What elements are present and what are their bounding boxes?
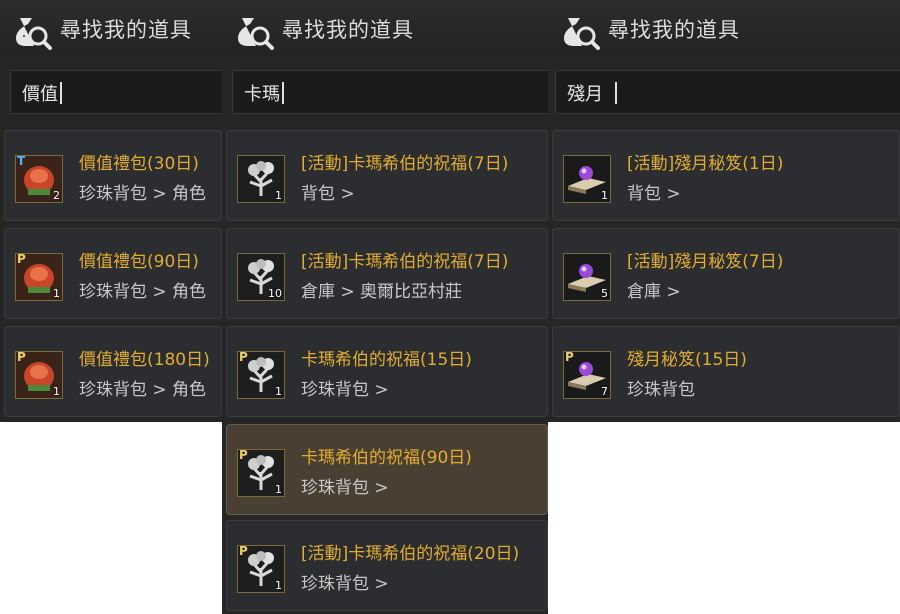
search-value: 殘月 xyxy=(567,84,603,105)
find-item-panel-3: 尋找我的道具 殘月 1 [活動]殘月秘笈(1日) 背包 > 5 [活動]殘月秘笈… xyxy=(548,0,900,422)
item-location: 背包 > xyxy=(301,184,355,204)
item-location: 珍珠背包 > 角色 xyxy=(79,184,207,204)
item-location: 珍珠背包 > xyxy=(301,380,389,400)
item-name: 價值禮包(180日) xyxy=(79,350,210,370)
item-count: 1 xyxy=(275,189,282,202)
item-count: 7 xyxy=(601,385,608,398)
item-location: 珍珠背包 > 角色 xyxy=(79,282,207,302)
item-location: 倉庫 > xyxy=(627,282,681,302)
search-input[interactable]: 價值 xyxy=(10,70,222,114)
item-name: 卡瑪希伯的祝福(90日) xyxy=(301,448,472,468)
item-result[interactable]: 1 [活動]殘月秘笈(1日) 背包 > xyxy=(552,130,900,221)
search-value: 價值 xyxy=(22,84,58,105)
text-caret xyxy=(282,82,284,104)
blessing-tree-icon: P 1 xyxy=(237,545,285,593)
item-name: 價值禮包(30日) xyxy=(79,154,199,174)
item-name: [活動]殘月秘笈(1日) xyxy=(627,154,784,174)
item-result[interactable]: 10 [活動]卡瑪希伯的祝福(7日) 倉庫 > 奧爾比亞村莊 xyxy=(226,228,548,319)
find-item-panel-1: 尋找我的道具 價值 T 2 價值禮包(30日) 珍珠背包 > 角色 P 1 價值… xyxy=(0,0,222,422)
secret-book-icon: 5 xyxy=(563,253,611,301)
item-location: 倉庫 > 奧爾比亞村莊 xyxy=(301,282,463,302)
item-count: 1 xyxy=(275,483,282,496)
item-location: 珍珠背包 > xyxy=(301,574,389,594)
item-badge: T xyxy=(17,155,26,168)
item-result-selected[interactable]: P 1 卡瑪希伯的祝福(90日) 珍珠背包 > xyxy=(226,424,548,515)
item-count: 1 xyxy=(275,579,282,592)
blessing-tree-icon: 1 xyxy=(237,155,285,203)
panel-title: 尋找我的道具 xyxy=(282,18,414,42)
item-badge: P xyxy=(565,351,574,364)
item-count: 1 xyxy=(275,385,282,398)
item-badge: P xyxy=(17,351,26,364)
panel-header: 尋找我的道具 xyxy=(222,0,548,56)
item-name: [活動]卡瑪希伯的祝福(20日) xyxy=(301,544,520,564)
item-name: 卡瑪希伯的祝福(15日) xyxy=(301,350,472,370)
item-count: 1 xyxy=(53,287,60,300)
item-badge: P xyxy=(239,449,248,462)
panel-title: 尋找我的道具 xyxy=(60,18,192,42)
item-location: 珍珠背包 > xyxy=(301,478,389,498)
item-name: 價值禮包(90日) xyxy=(79,252,199,272)
item-count: 1 xyxy=(53,385,60,398)
item-name: 殘月秘笈(15日) xyxy=(627,350,747,370)
search-input[interactable]: 殘月 xyxy=(555,70,900,114)
text-caret xyxy=(615,82,617,104)
item-count: 10 xyxy=(268,287,282,300)
item-result[interactable]: P 1 [活動]卡瑪希伯的祝福(20日) 珍珠背包 > xyxy=(226,520,548,611)
item-count: 5 xyxy=(601,287,608,300)
item-result[interactable]: P 1 卡瑪希伯的祝福(15日) 珍珠背包 > xyxy=(226,326,548,417)
item-count: 1 xyxy=(601,189,608,202)
item-name: [活動]卡瑪希伯的祝福(7日) xyxy=(301,252,509,272)
blessing-tree-icon: 10 xyxy=(237,253,285,301)
item-result[interactable]: 5 [活動]殘月秘笈(7日) 倉庫 > xyxy=(552,228,900,319)
panel-header: 尋找我的道具 xyxy=(548,0,900,56)
item-location: 珍珠背包 > 角色 xyxy=(79,380,207,400)
blessing-tree-icon: P 1 xyxy=(237,449,285,497)
item-name: [活動]卡瑪希伯的祝福(7日) xyxy=(301,154,509,174)
money-bag-search-icon xyxy=(10,8,52,50)
item-location: 背包 > xyxy=(627,184,681,204)
item-result[interactable]: 1 [活動]卡瑪希伯的祝福(7日) 背包 > xyxy=(226,130,548,221)
item-result[interactable]: T 2 價值禮包(30日) 珍珠背包 > 角色 xyxy=(4,130,222,221)
panel-title: 尋找我的道具 xyxy=(608,18,740,42)
item-result[interactable]: P 1 價值禮包(90日) 珍珠背包 > 角色 xyxy=(4,228,222,319)
item-name: [活動]殘月秘笈(7日) xyxy=(627,252,784,272)
gift-box-icon: P 1 xyxy=(15,253,63,301)
item-badge: P xyxy=(239,545,248,558)
find-item-panel-2: 尋找我的道具 卡瑪 1 [活動]卡瑪希伯的祝福(7日) 背包 > 10 [活動]… xyxy=(222,0,548,614)
item-badge: P xyxy=(239,351,248,364)
secret-book-icon: P 7 xyxy=(563,351,611,399)
item-location: 珍珠背包 xyxy=(627,380,695,400)
item-badge: P xyxy=(17,253,26,266)
gift-box-icon: P 1 xyxy=(15,351,63,399)
gift-box-icon: T 2 xyxy=(15,155,63,203)
item-result[interactable]: P 1 價值禮包(180日) 珍珠背包 > 角色 xyxy=(4,326,222,417)
search-input[interactable]: 卡瑪 xyxy=(232,70,548,114)
text-caret xyxy=(60,82,62,104)
blessing-tree-icon: P 1 xyxy=(237,351,285,399)
search-value: 卡瑪 xyxy=(244,84,280,105)
item-count: 2 xyxy=(53,189,60,202)
item-result[interactable]: P 7 殘月秘笈(15日) 珍珠背包 xyxy=(552,326,900,417)
money-bag-search-icon xyxy=(558,8,600,50)
money-bag-search-icon xyxy=(232,8,274,50)
panel-header: 尋找我的道具 xyxy=(0,0,222,56)
secret-book-icon: 1 xyxy=(563,155,611,203)
